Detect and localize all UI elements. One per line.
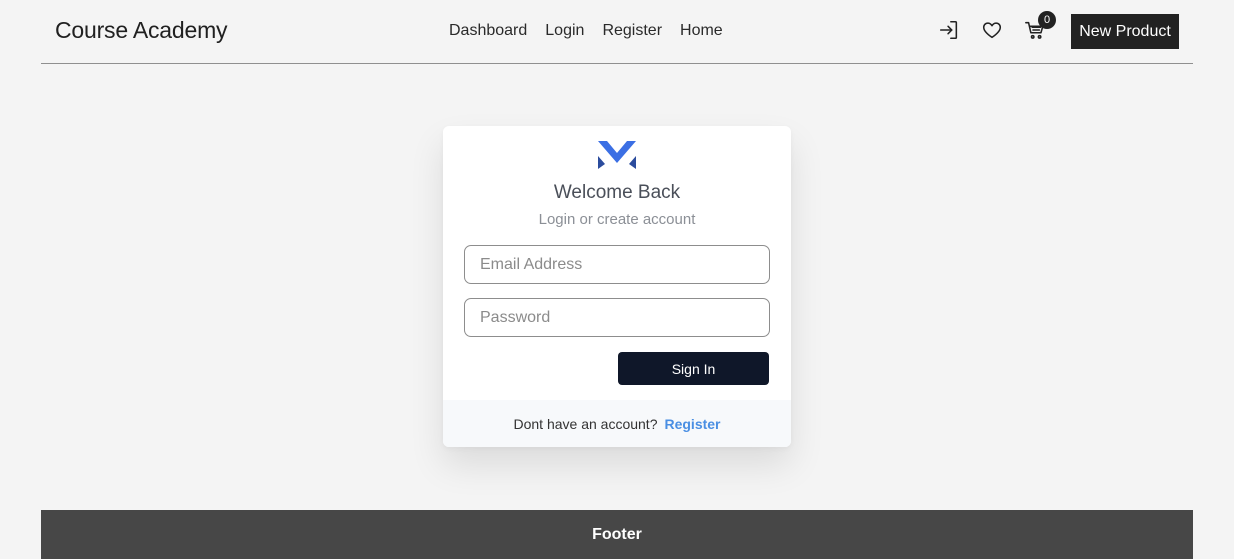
header-icons: 0 — [937, 11, 1056, 42]
nav-register[interactable]: Register — [602, 22, 662, 40]
m-logo-icon — [598, 141, 636, 169]
top-header: Course Academy Dashboard Login Register … — [41, 0, 1193, 64]
email-field[interactable] — [464, 245, 770, 284]
cart-count-badge: 0 — [1038, 11, 1056, 29]
login-card: Welcome Back Login or create account Sig… — [443, 126, 791, 447]
new-product-button[interactable]: New Product — [1071, 14, 1179, 49]
login-icon[interactable] — [937, 18, 961, 42]
sign-in-button[interactable]: Sign In — [618, 352, 769, 385]
password-field[interactable] — [464, 298, 770, 337]
nav-dashboard[interactable]: Dashboard — [449, 22, 527, 40]
login-title: Welcome Back — [553, 182, 681, 203]
footer-label: Footer — [592, 525, 642, 543]
nav-home[interactable]: Home — [680, 22, 723, 40]
register-prompt-text: Dont have an account? — [513, 415, 658, 432]
heart-icon[interactable] — [980, 18, 1004, 42]
main-nav: Dashboard Login Register Home — [449, 22, 723, 40]
page-footer: Footer — [41, 510, 1193, 559]
login-subtitle: Login or create account — [538, 211, 696, 228]
register-link[interactable]: Register — [664, 416, 720, 432]
brand-title[interactable]: Course Academy — [55, 17, 228, 44]
cart-icon[interactable]: 0 — [1023, 11, 1056, 42]
nav-login[interactable]: Login — [545, 22, 584, 40]
register-prompt: Dont have an account? Register — [443, 400, 791, 447]
